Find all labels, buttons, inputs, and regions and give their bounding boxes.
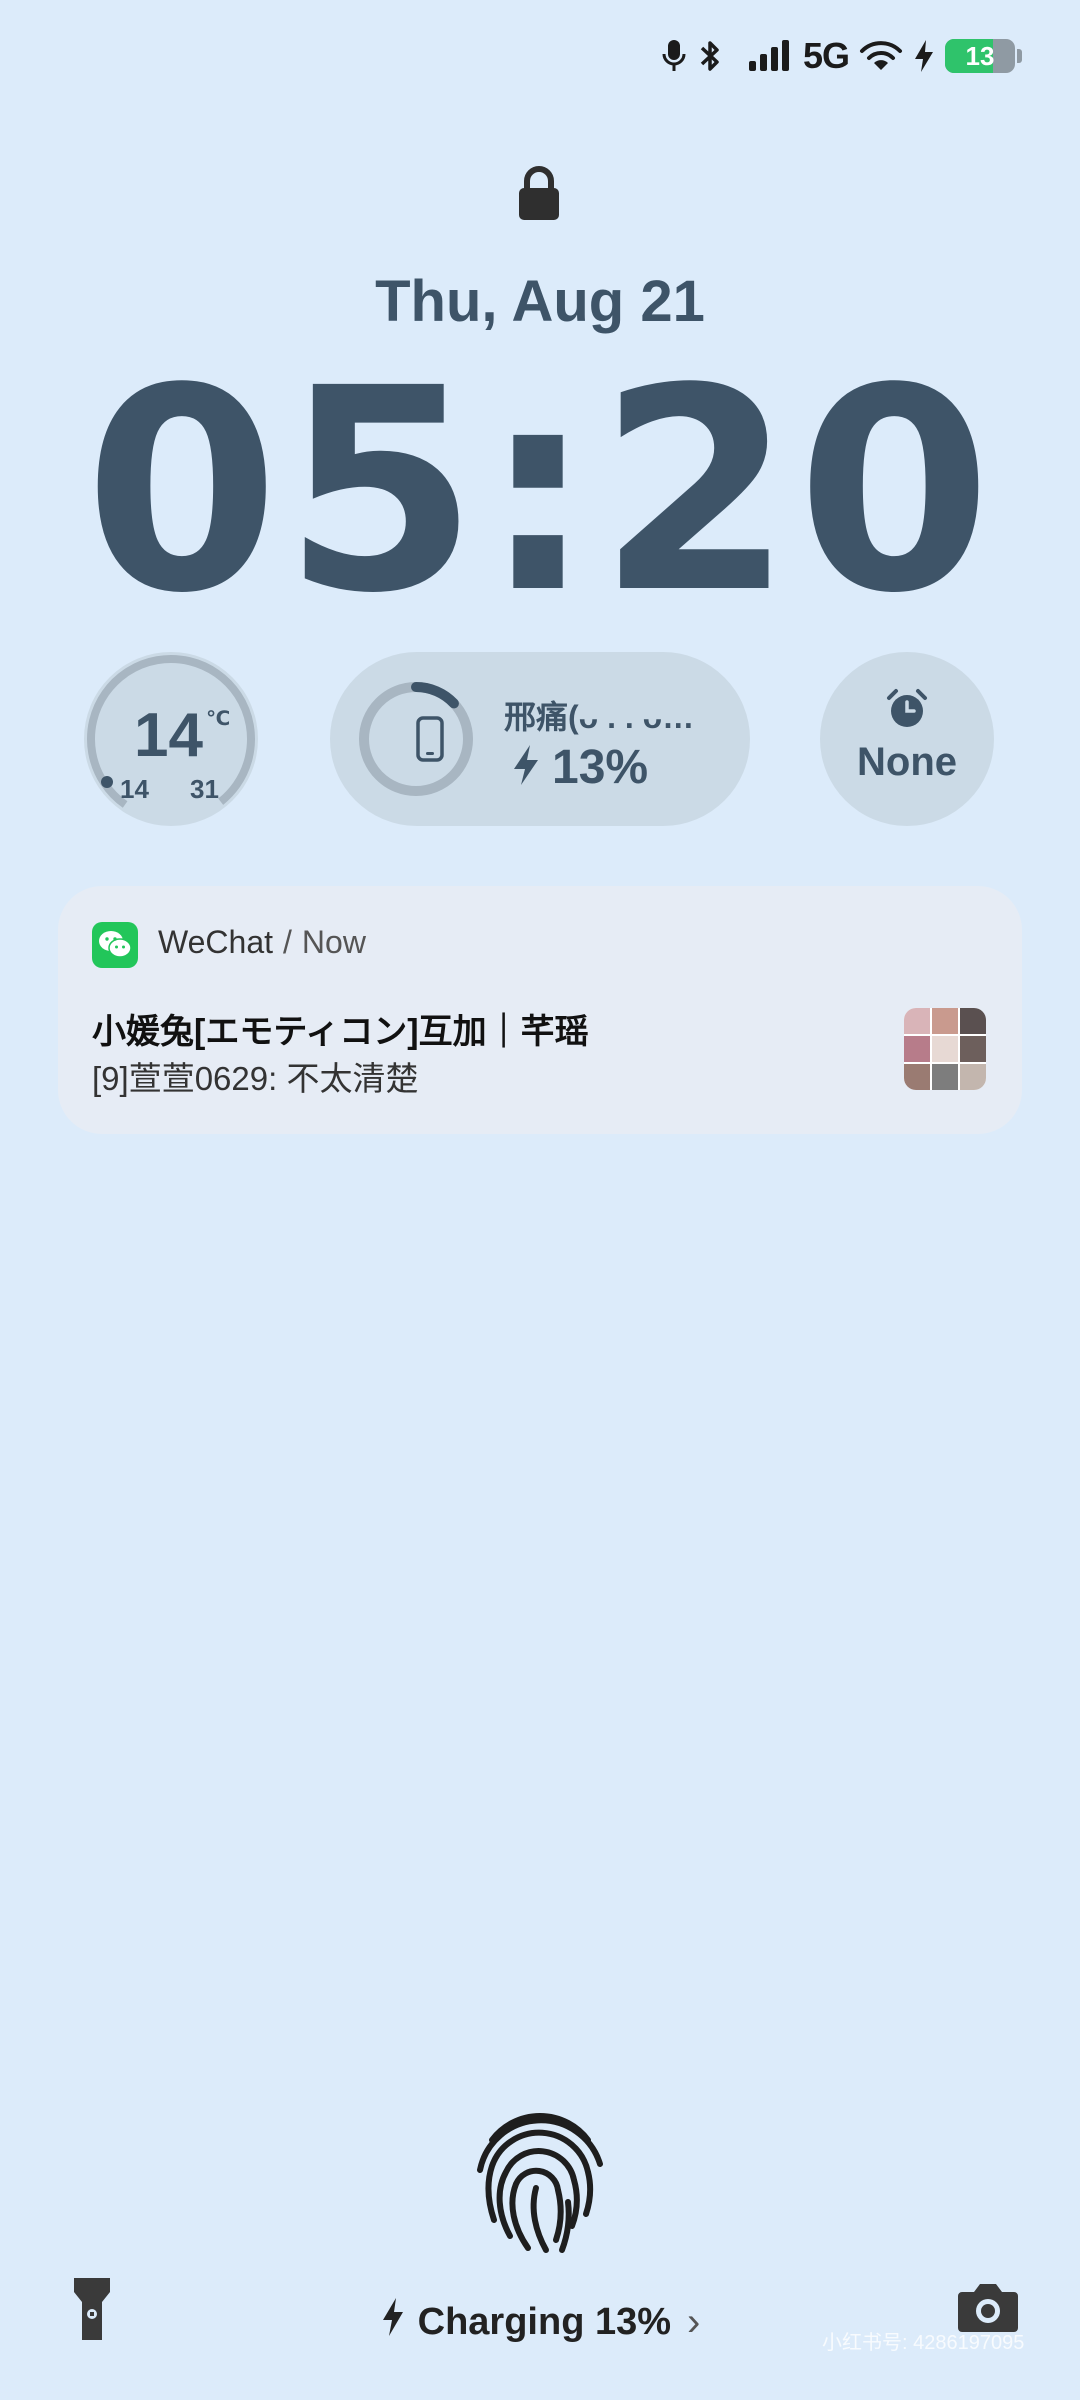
lock-screen: 5G 13 Thu, Aug 21 05:20 14 ℃ 14 31 邢痛(ᴗ … [0,0,1080,2400]
lock-icon [516,166,562,227]
wechat-icon [92,922,138,968]
alarm-widget[interactable]: None [820,652,994,826]
status-bar: 5G 13 [661,30,1022,82]
device-battery-widget[interactable]: 邢痛(ᴗ . . ᴗ… 13% [330,652,750,826]
mic-icon [661,38,687,74]
notification-title: 小媛兔[エモティコン]互加｜芊瑶 [92,1013,589,1051]
notification-header: WeChat / Now [158,924,366,961]
notification-time: Now [301,924,366,960]
device-charge-percent: 13% [552,741,649,794]
phone-icon [416,716,444,767]
battery-nub [1017,49,1022,63]
lock-clock: 05:20 [84,329,996,655]
device-name: 邢痛(ᴗ . . ᴗ… [504,699,695,735]
weather-current-temp: 14 [134,701,203,770]
notification-app-name: WeChat [158,924,274,960]
charging-bolt-icon [380,2296,406,2348]
charging-label: Charging 13% [417,2300,672,2343]
bluetooth-icon [697,38,723,74]
signal-icon [747,39,793,73]
group-avatar-thumbnail [904,1008,986,1090]
chevron-right-icon: › [687,2299,701,2344]
notification-separator: / [283,924,292,960]
weather-high-temp: 31 [190,774,219,804]
wifi-icon [859,39,903,73]
battery-level: 13 [965,40,995,71]
weather-widget[interactable]: 14 ℃ 14 31 [84,652,258,826]
watermark: 小红书号: 4286197095 [822,2332,1025,2354]
alarm-label: None [857,740,957,784]
alarm-clock-icon [886,688,928,735]
notification-body: [9]萱萱0629: 不太清楚 [92,1060,419,1097]
weather-low-temp: 14 [120,774,149,804]
lock-date: Thu, Aug 21 [375,269,705,334]
network-type: 5G [802,35,850,76]
bolt-icon [510,743,542,792]
battery-indicator: 13 [945,39,1015,73]
weather-unit: ℃ [206,708,231,730]
wechat-notification[interactable]: WeChat / Now 小媛兔[エモティコン]互加｜芊瑶 [9]萱萱0629:… [58,886,1022,1134]
fingerprint-icon[interactable] [462,2100,618,2261]
charging-bolt-icon [913,39,935,73]
device-charge: 13% [510,740,648,795]
